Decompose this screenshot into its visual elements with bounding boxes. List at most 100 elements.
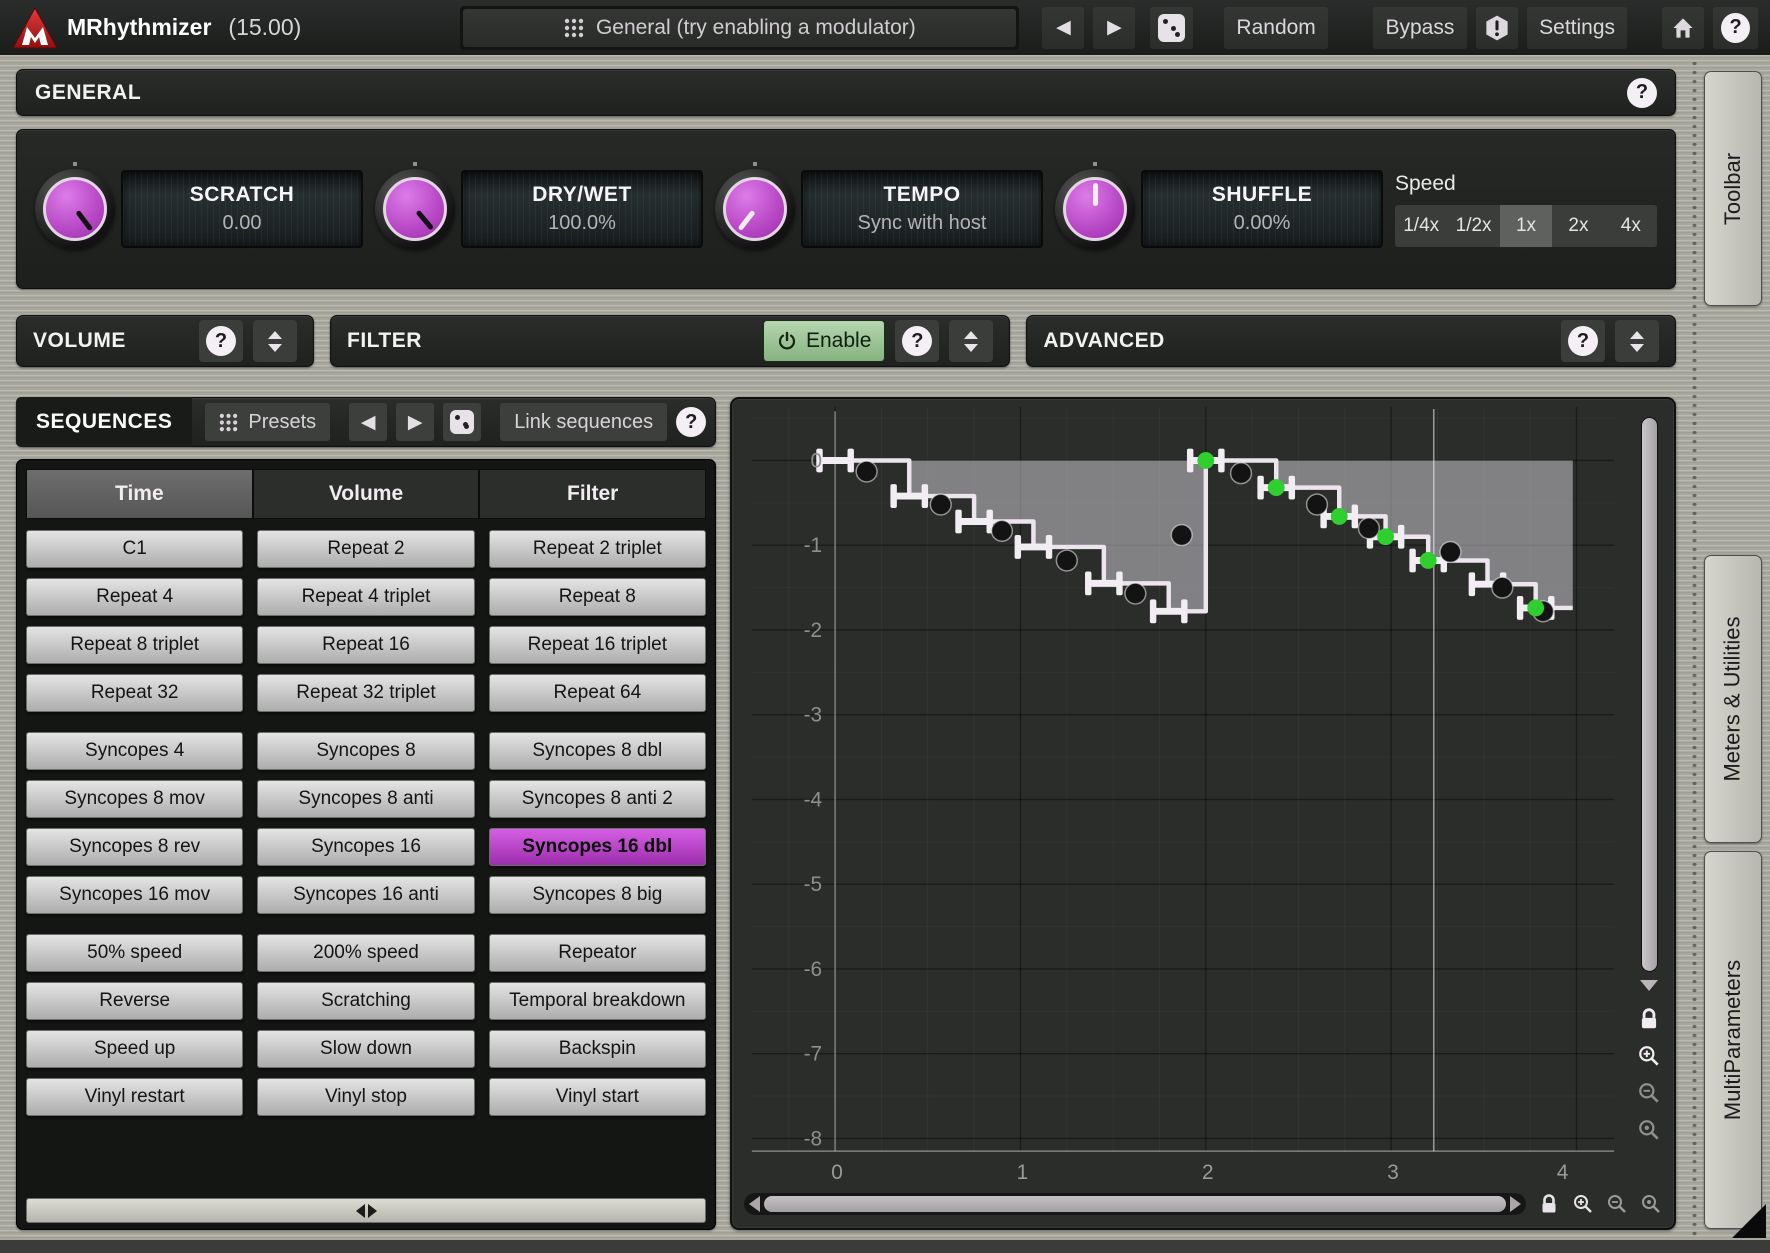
curve-shape-node[interactable]	[856, 461, 877, 482]
sequence-previous-button[interactable]: ◀	[349, 403, 387, 441]
step-handle-node[interactable]	[1153, 608, 1185, 615]
curve-shape-node[interactable]	[1125, 583, 1146, 604]
scroll-right-arrow-icon[interactable]	[1510, 1196, 1521, 1212]
sequence-button-syncopes-16-mov[interactable]: Syncopes 16 mov	[26, 876, 243, 914]
zoom-out-icon[interactable]	[1606, 1193, 1628, 1215]
step-handle-node[interactable]	[893, 493, 925, 500]
sequence-button-repeat-8-triplet[interactable]: Repeat 8 triplet	[26, 626, 243, 664]
step-handle-node[interactable]	[819, 457, 851, 464]
sequences-resize-handle[interactable]	[26, 1198, 706, 1223]
lock-icon[interactable]	[1637, 1007, 1661, 1031]
green-point-node[interactable]	[1420, 552, 1437, 569]
green-point-node[interactable]	[1268, 479, 1285, 496]
sequence-button-slow-down[interactable]: Slow down	[257, 1030, 474, 1068]
help-button[interactable]: ?	[1713, 7, 1758, 49]
speed-option-1-4x[interactable]: 1/4x	[1395, 205, 1447, 247]
filter-help-button[interactable]: ?	[895, 320, 939, 362]
curve-shape-node[interactable]	[1307, 494, 1328, 515]
sequence-tab-filter[interactable]: Filter	[479, 469, 706, 519]
zoom-in-icon[interactable]	[1637, 1044, 1661, 1068]
sequence-button-backspin[interactable]: Backspin	[489, 1030, 706, 1068]
sequence-button-repeat-8[interactable]: Repeat 8	[489, 578, 706, 616]
curve-shape-node[interactable]	[1171, 525, 1192, 546]
lock-icon[interactable]	[1538, 1193, 1560, 1215]
speed-option-1x[interactable]: 1x	[1500, 205, 1552, 247]
speed-option-2x[interactable]: 2x	[1552, 205, 1604, 247]
zoom-in-icon[interactable]	[1572, 1193, 1594, 1215]
sequence-button-c1[interactable]: C1	[26, 530, 243, 568]
sequence-button-vinyl-start[interactable]: Vinyl start	[489, 1078, 706, 1116]
sequence-button-syncopes-8-anti[interactable]: Syncopes 8 anti	[257, 780, 474, 818]
zoom-fit-icon[interactable]	[1640, 1193, 1662, 1215]
scroll-down-arrow-icon[interactable]	[1640, 980, 1658, 991]
sequence-button-temporal-breakdown[interactable]: Temporal breakdown	[489, 982, 706, 1020]
preset-next-button[interactable]: ▶	[1093, 7, 1135, 49]
filter-collapse-button[interactable]	[949, 320, 993, 362]
horizontal-scrollbar[interactable]	[744, 1193, 1526, 1215]
sequence-button-reverse[interactable]: Reverse	[26, 982, 243, 1020]
random-button[interactable]: Random	[1224, 7, 1328, 49]
sequence-button-200-speed[interactable]: 200% speed	[257, 934, 474, 972]
knob-display[interactable]: DRY/WET100.0%	[461, 170, 703, 248]
sequence-button-repeat-32-triplet[interactable]: Repeat 32 triplet	[257, 674, 474, 712]
sequence-button-syncopes-8-mov[interactable]: Syncopes 8 mov	[26, 780, 243, 818]
scratch-knob[interactable]	[35, 169, 115, 249]
curve-shape-node[interactable]	[1440, 542, 1461, 563]
zoom-fit-icon[interactable]	[1637, 1118, 1661, 1142]
general-help-icon[interactable]: ?	[1627, 78, 1657, 108]
sequence-button-repeat-4[interactable]: Repeat 4	[26, 578, 243, 616]
curve-shape-node[interactable]	[1358, 518, 1379, 539]
green-point-node[interactable]	[1527, 600, 1544, 617]
settings-button[interactable]: Settings	[1527, 7, 1628, 49]
filter-enable-button[interactable]: Enable	[763, 320, 885, 362]
sequence-button-repeat-32[interactable]: Repeat 32	[26, 674, 243, 712]
sequence-tab-time[interactable]: Time	[26, 469, 253, 519]
volume-collapse-button[interactable]	[253, 320, 297, 362]
sequence-button-syncopes-8-rev[interactable]: Syncopes 8 rev	[26, 828, 243, 866]
sequence-button-syncopes-16-dbl[interactable]: Syncopes 16 dbl	[489, 828, 706, 866]
sequence-tab-volume[interactable]: Volume	[253, 469, 480, 519]
sequence-button-syncopes-8[interactable]: Syncopes 8	[257, 732, 474, 770]
preset-previous-button[interactable]: ◀	[1042, 7, 1084, 49]
sequence-button-50-speed[interactable]: 50% speed	[26, 934, 243, 972]
sequence-randomize-button[interactable]	[443, 403, 481, 441]
shuffle-knob[interactable]	[1055, 169, 1135, 249]
preset-selector[interactable]: General (try enabling a modulator)	[463, 9, 1016, 47]
home-button[interactable]	[1662, 7, 1704, 49]
sequence-button-repeator[interactable]: Repeator	[489, 934, 706, 972]
knob-display[interactable]: TEMPOSync with host	[801, 170, 1043, 248]
sequence-presets-button[interactable]: Presets	[205, 403, 330, 441]
speed-option-4x[interactable]: 4x	[1605, 205, 1657, 247]
green-point-node[interactable]	[1197, 452, 1214, 469]
sequence-button-repeat-16[interactable]: Repeat 16	[257, 626, 474, 664]
sequence-button-syncopes-16[interactable]: Syncopes 16	[257, 828, 474, 866]
warning-button[interactable]	[1476, 7, 1518, 49]
randomize-dice-button[interactable]	[1150, 7, 1193, 49]
window-resize-handle[interactable]	[1732, 1204, 1766, 1238]
green-point-node[interactable]	[1331, 508, 1348, 525]
sequence-button-syncopes-8-anti-2[interactable]: Syncopes 8 anti 2	[489, 780, 706, 818]
bypass-button[interactable]: Bypass	[1373, 7, 1467, 49]
scroll-left-arrow-icon[interactable]	[749, 1196, 760, 1212]
curve-shape-node[interactable]	[1056, 550, 1077, 571]
sequences-help-icon[interactable]: ?	[676, 407, 706, 437]
speed-option-1-2x[interactable]: 1/2x	[1447, 205, 1499, 247]
sequence-button-repeat-64[interactable]: Repeat 64	[489, 674, 706, 712]
sequence-button-syncopes-4[interactable]: Syncopes 4	[26, 732, 243, 770]
knob-display[interactable]: SHUFFLE0.00%	[1141, 170, 1383, 248]
curve-shape-node[interactable]	[1231, 463, 1252, 484]
tab-meters-utilities[interactable]: Meters & Utilities	[1704, 555, 1762, 843]
sequence-next-button[interactable]: ▶	[396, 403, 434, 441]
sequence-button-repeat-2-triplet[interactable]: Repeat 2 triplet	[489, 530, 706, 568]
sequence-button-repeat-2[interactable]: Repeat 2	[257, 530, 474, 568]
vertical-scrollbar[interactable]	[1641, 417, 1658, 972]
sequence-button-repeat-4-triplet[interactable]: Repeat 4 triplet	[257, 578, 474, 616]
sequence-button-repeat-16-triplet[interactable]: Repeat 16 triplet	[489, 626, 706, 664]
dry-wet-knob[interactable]	[375, 169, 455, 249]
step-handle-node[interactable]	[958, 518, 990, 525]
zoom-out-icon[interactable]	[1637, 1081, 1661, 1105]
link-sequences-button[interactable]: Link sequences	[500, 403, 667, 441]
step-handle-node[interactable]	[1088, 580, 1120, 587]
advanced-collapse-button[interactable]	[1615, 320, 1659, 362]
sequence-button-speed-up[interactable]: Speed up	[26, 1030, 243, 1068]
